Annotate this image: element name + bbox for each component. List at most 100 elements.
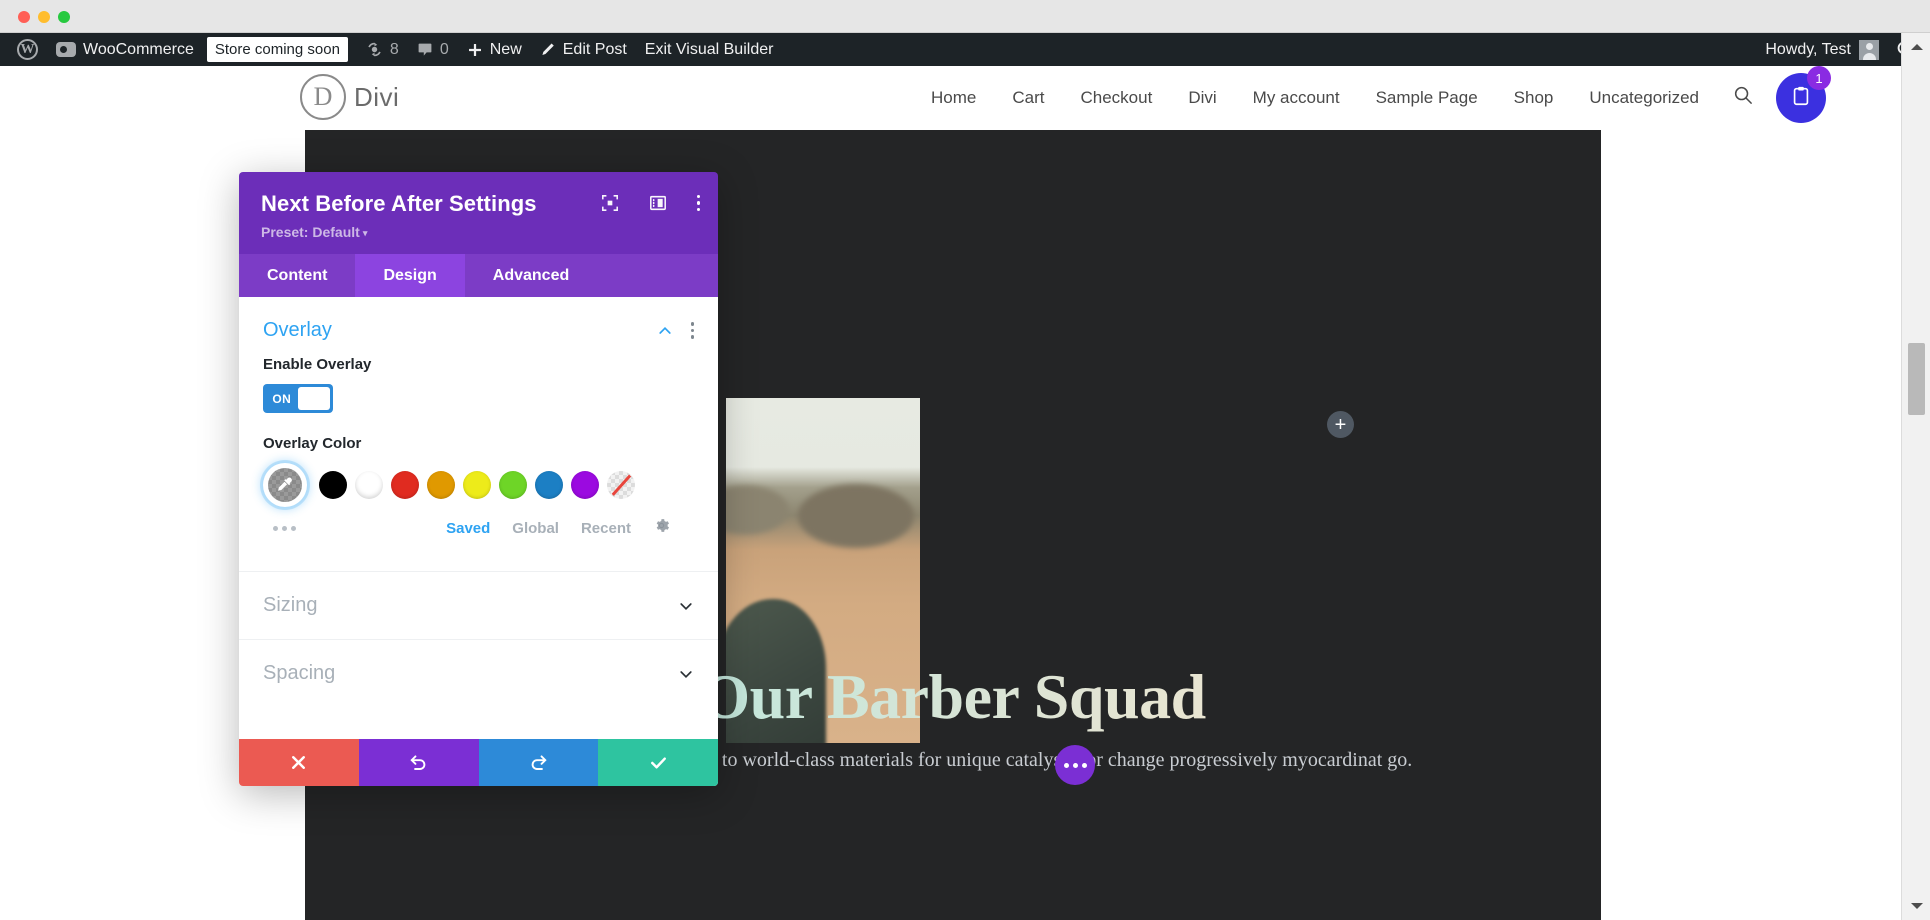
adminbar-item-updates[interactable]: 8 <box>357 33 408 66</box>
window-maximize-button[interactable] <box>58 11 70 23</box>
cart-button[interactable]: 1 <box>1776 66 1831 123</box>
site-search-button[interactable] <box>1717 85 1770 111</box>
modal-tabs: Content Design Advanced <box>239 254 718 297</box>
cancel-button[interactable] <box>239 739 359 786</box>
updates-icon <box>366 41 383 58</box>
palette-meta-row: Saved Global Recent <box>263 507 694 539</box>
adminbar-item-comments[interactable]: 0 <box>408 33 458 66</box>
section-header-spacing[interactable]: Spacing <box>239 640 718 707</box>
toggle-knob <box>297 387 330 410</box>
add-module-button[interactable]: + <box>1327 411 1354 438</box>
nav-item-checkout[interactable]: Checkout <box>1062 88 1170 108</box>
module-settings-modal: Next Before After Settings Preset: Defau… <box>239 172 718 786</box>
scroll-down-arrow-icon[interactable] <box>1902 894 1930 918</box>
window-close-button[interactable] <box>18 11 30 23</box>
modal-header-icons <box>601 194 700 212</box>
redo-button[interactable] <box>478 739 599 786</box>
toggle-state-label: ON <box>272 391 292 406</box>
chevron-down-icon: ▾ <box>362 227 368 238</box>
save-button[interactable] <box>598 739 718 786</box>
scroll-up-arrow-icon[interactable] <box>1902 35 1930 59</box>
nav-item-shop[interactable]: Shop <box>1496 88 1572 108</box>
label-enable-overlay: Enable Overlay <box>263 356 372 373</box>
preset-selector[interactable]: Preset: Default ▾ <box>261 224 696 240</box>
nav-item-divi[interactable]: Divi <box>1170 88 1234 108</box>
modal-header[interactable]: Next Before After Settings Preset: Defau… <box>239 172 718 254</box>
preset-label: Preset: Default <box>261 224 360 240</box>
tab-design[interactable]: Design <box>355 254 465 297</box>
expand-view-icon[interactable] <box>601 194 619 212</box>
palette-tab-global[interactable]: Global <box>512 520 559 537</box>
window-titlebar <box>0 0 1930 33</box>
eyedropper-icon <box>268 468 302 502</box>
chevron-down-icon[interactable] <box>678 598 694 614</box>
adminbar-item-new[interactable]: New <box>458 33 531 66</box>
search-icon <box>1733 85 1754 111</box>
adminbar-label-woocommerce: WooCommerce <box>83 40 194 58</box>
window-minimize-button[interactable] <box>38 11 50 23</box>
more-colors-icon[interactable] <box>263 525 296 531</box>
palette-tab-saved[interactable]: Saved <box>446 520 490 537</box>
scrollbar-thumb[interactable] <box>1908 343 1925 415</box>
palette-tabs: Saved Global Recent <box>446 517 670 539</box>
swatch-purple[interactable] <box>571 471 599 499</box>
toggle-enable-overlay[interactable]: ON <box>263 384 333 413</box>
close-icon <box>289 753 308 772</box>
swatch-orange[interactable] <box>427 471 455 499</box>
color-swatch-row <box>263 463 694 507</box>
redo-icon <box>528 752 549 773</box>
tab-content[interactable]: Content <box>239 254 355 297</box>
app-window: W WooCommerce Store coming soon 8 0 New … <box>0 0 1930 920</box>
section-title-overlay: Overlay <box>263 319 332 341</box>
field-enable-overlay: Enable Overlay ON <box>239 352 718 413</box>
site-header: D Divi Home Cart Checkout Divi My accoun… <box>0 66 1901 130</box>
field-overlay-color: Overlay Color Saved Global Recent <box>239 413 718 539</box>
section-kebab-menu-icon[interactable] <box>690 322 694 339</box>
color-picker-button[interactable] <box>263 463 307 507</box>
swatch-yellow[interactable] <box>463 471 491 499</box>
chevron-up-icon[interactable] <box>657 323 673 339</box>
panel-layout-icon[interactable] <box>649 194 667 212</box>
chevron-down-icon[interactable] <box>678 666 694 682</box>
page-viewport: D Divi Home Cart Checkout Divi My accoun… <box>0 66 1901 920</box>
swatch-green[interactable] <box>499 471 527 499</box>
swatch-red[interactable] <box>391 471 419 499</box>
vertical-scrollbar[interactable] <box>1901 33 1930 920</box>
nav-item-sample-page[interactable]: Sample Page <box>1358 88 1496 108</box>
tab-advanced[interactable]: Advanced <box>465 254 597 297</box>
swatch-none[interactable] <box>607 471 635 499</box>
adminbar-label-edit-post: Edit Post <box>562 40 627 58</box>
section-title-sizing: Sizing <box>263 594 318 616</box>
site-logo[interactable]: D Divi <box>300 74 399 120</box>
swatch-blue[interactable] <box>535 471 563 499</box>
label-overlay-color: Overlay Color <box>263 435 362 452</box>
modal-body: Overlay Enable Overlay ON Overlay Color … <box>239 297 718 786</box>
nav-item-my-account[interactable]: My account <box>1235 88 1358 108</box>
swatch-white[interactable] <box>355 471 383 499</box>
site-logo-text: Divi <box>354 81 400 112</box>
adminbar-item-edit-post[interactable]: Edit Post <box>531 33 636 66</box>
nav-item-cart[interactable]: Cart <box>994 88 1062 108</box>
section-header-sizing[interactable]: Sizing <box>239 571 718 640</box>
adminbar-item-store-status[interactable]: Store coming soon <box>203 33 357 66</box>
gear-icon[interactable] <box>653 517 670 539</box>
undo-button[interactable] <box>358 739 479 786</box>
adminbar-item-woocommerce[interactable]: WooCommerce <box>47 33 203 66</box>
nav-item-uncategorized[interactable]: Uncategorized <box>1571 88 1717 108</box>
comment-bubble-icon <box>417 42 433 58</box>
wp-logo-menu[interactable]: W <box>8 33 47 66</box>
adminbar-label-new: New <box>489 40 522 58</box>
module-options-button[interactable] <box>1055 745 1095 785</box>
howdy-label: Howdy, Test <box>1765 40 1851 58</box>
nav-item-home[interactable]: Home <box>913 88 994 108</box>
swatch-black[interactable] <box>319 471 347 499</box>
palette-tab-recent[interactable]: Recent <box>581 520 631 537</box>
cart-count-badge: 1 <box>1807 66 1831 90</box>
undo-icon <box>408 752 429 773</box>
check-icon <box>648 752 669 773</box>
account-menu[interactable]: Howdy, Test <box>1757 39 1887 60</box>
section-header-overlay[interactable]: Overlay <box>239 297 718 352</box>
kebab-menu-icon[interactable] <box>696 194 700 212</box>
section-title-spacing: Spacing <box>263 662 336 684</box>
adminbar-item-exit-visual-builder[interactable]: Exit Visual Builder <box>636 33 783 66</box>
